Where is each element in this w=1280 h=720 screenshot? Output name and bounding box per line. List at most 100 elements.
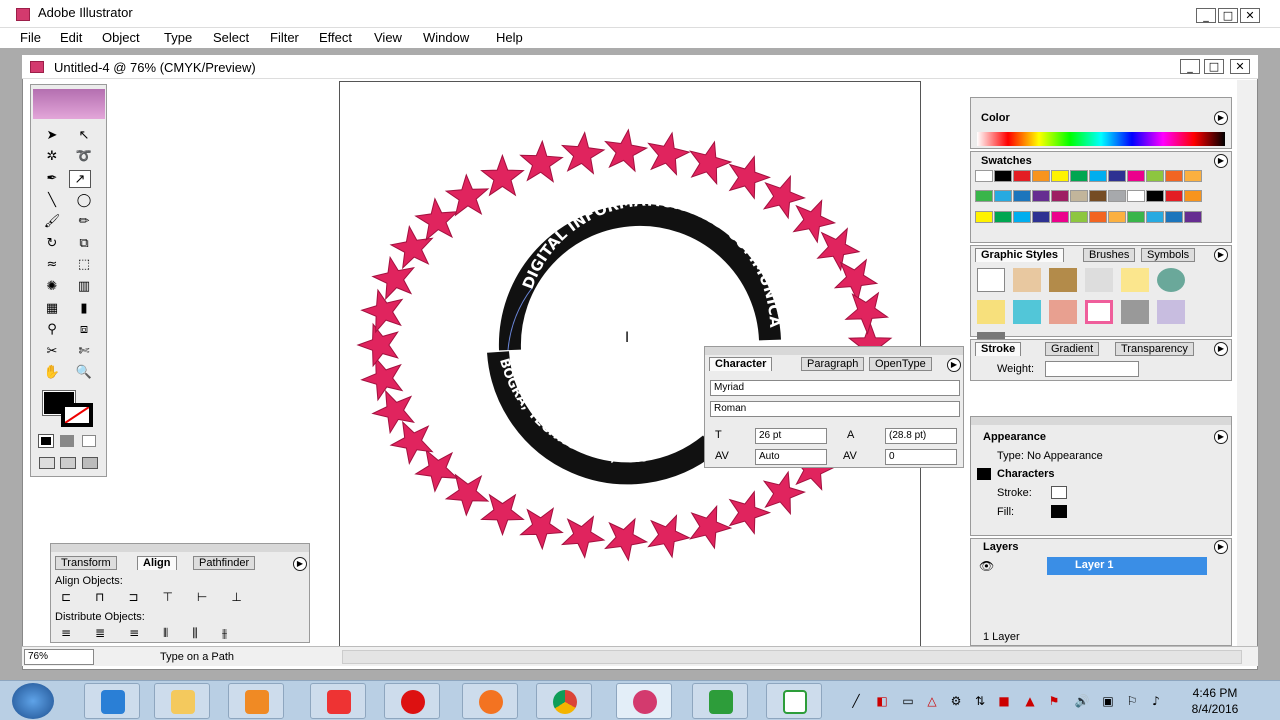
graph-tool-icon[interactable]: ▥ [73, 278, 95, 296]
status-tool-label[interactable]: Type on a Path [160, 651, 234, 663]
pencil-tool-icon[interactable]: ✏ [73, 213, 95, 231]
font-family-select[interactable]: Myriad [710, 380, 960, 396]
tray-pen-icon[interactable]: ╱ [848, 693, 864, 709]
tab-align[interactable]: Align [137, 556, 177, 570]
gradient-tool-icon[interactable]: ▮ [73, 300, 95, 318]
tab-transform[interactable]: Transform [55, 556, 117, 570]
panel-grip[interactable] [705, 347, 963, 355]
swatch[interactable] [1051, 210, 1069, 223]
vertical-scrollbar[interactable] [1237, 80, 1257, 646]
swatch[interactable] [1127, 190, 1145, 203]
line-tool-icon[interactable]: ╲ [41, 192, 63, 210]
tab-brushes[interactable]: Brushes [1083, 248, 1136, 262]
menu-view[interactable]: View [374, 30, 402, 45]
tray-antivirus-icon[interactable]: ▲ [1022, 693, 1038, 709]
maximize-button[interactable]: □ [1218, 8, 1238, 23]
taskbar-camtasia-2[interactable] [766, 683, 822, 719]
font-size-field[interactable]: 26 pt [755, 428, 827, 444]
horizontal-scrollbar[interactable] [342, 650, 1242, 664]
taskbar-app-red[interactable] [310, 683, 366, 719]
swatch[interactable] [1089, 190, 1107, 203]
tab-opentype[interactable]: OpenType [869, 357, 932, 371]
doc-minimize-button[interactable]: _ [1180, 59, 1200, 74]
tab-transparency[interactable]: Transparency [1115, 342, 1194, 356]
tab-character[interactable]: Character [709, 357, 773, 371]
color-spectrum-bar[interactable] [977, 132, 1225, 146]
panel-grip[interactable] [971, 417, 1231, 425]
stroke-color-swatch[interactable] [61, 403, 93, 427]
swatch[interactable] [1089, 210, 1107, 223]
tab-pathfinder[interactable]: Pathfinder [193, 556, 256, 570]
swatch[interactable] [975, 170, 993, 182]
tray-alert-icon[interactable]: ⚑ [1046, 693, 1062, 709]
taskbar-illustrator[interactable] [616, 683, 672, 719]
swatch[interactable] [1146, 170, 1164, 182]
tray-network-icon[interactable]: ⇅ [972, 693, 988, 709]
minimize-button[interactable]: _ [1196, 8, 1216, 23]
screen-mode-buttons[interactable] [39, 457, 99, 471]
swatch[interactable] [1070, 190, 1088, 203]
panel-grip[interactable] [51, 544, 309, 552]
swatch[interactable] [1127, 210, 1145, 223]
appearance-characters[interactable]: Characters [997, 468, 1054, 480]
tray-screen-icon[interactable]: ▣ [1100, 693, 1116, 709]
tab-graphic-styles[interactable]: Graphic Styles [975, 248, 1065, 262]
tray-window-icon[interactable]: ▭ [900, 693, 916, 709]
fill-black-icon[interactable] [1051, 505, 1067, 518]
panel-menu-icon[interactable]: ▶ [1214, 111, 1228, 125]
slice-tool-icon[interactable]: ✂ [41, 343, 63, 361]
menu-type[interactable]: Type [164, 30, 192, 45]
swatch[interactable] [1051, 190, 1069, 203]
tray-flag-icon[interactable]: ⚐ [1124, 693, 1140, 709]
eyedropper-tool-icon[interactable]: ⚲ [41, 321, 63, 339]
menu-file[interactable]: File [20, 30, 41, 45]
swatch[interactable] [975, 190, 993, 203]
close-button[interactable]: ✕ [1240, 8, 1260, 23]
panel-menu-icon[interactable]: ▶ [1214, 540, 1228, 554]
menu-help[interactable]: Help [496, 30, 523, 45]
ellipse-tool-icon[interactable]: ◯ [73, 192, 95, 210]
panel-menu-icon[interactable]: ▶ [1214, 154, 1228, 168]
swatch[interactable] [975, 210, 993, 223]
taskbar-explorer[interactable] [154, 683, 210, 719]
align-buttons[interactable]: ⊏⊓⊐⊤⊢⊥ [61, 590, 301, 606]
distribute-buttons[interactable]: ≡≣≡⫴⫼⫵ [61, 626, 301, 642]
magic-wand-tool-icon[interactable]: ✲ [41, 148, 63, 166]
menu-window[interactable]: Window [423, 30, 469, 45]
swatch[interactable] [1051, 170, 1069, 182]
tab-symbols[interactable]: Symbols [1141, 248, 1196, 262]
start-button[interactable] [12, 683, 54, 719]
leading-field[interactable]: (28.8 pt) [885, 428, 957, 444]
panel-menu-icon[interactable]: ▶ [1214, 248, 1228, 262]
scissors-tool-icon[interactable]: ✄ [73, 343, 95, 361]
type-on-path-tool-icon[interactable]: ↗ [69, 170, 91, 188]
tab-stroke[interactable]: Stroke [975, 342, 1022, 356]
symbol-sprayer-tool-icon[interactable]: ✺ [41, 278, 63, 296]
tray-acrobat-icon[interactable]: ◧ [874, 693, 890, 709]
tray-speaker-icon[interactable]: 🔊 [1074, 693, 1090, 709]
swatch[interactable] [1184, 190, 1202, 203]
font-style-select[interactable]: Roman [710, 401, 960, 417]
taskbar-camtasia[interactable] [692, 683, 748, 719]
clock[interactable]: 4:46 PM 8/4/2016 [1180, 685, 1250, 717]
graphic-style-grid[interactable] [977, 268, 1213, 356]
swatch[interactable] [994, 190, 1012, 203]
swatch-grid[interactable] [975, 170, 1211, 230]
swatch[interactable] [1165, 190, 1183, 203]
swatch[interactable] [994, 170, 1012, 182]
doc-close-button[interactable]: ✕ [1230, 59, 1250, 74]
menu-select[interactable]: Select [213, 30, 249, 45]
stroke-none-icon[interactable] [1051, 486, 1067, 499]
swatch[interactable] [1032, 190, 1050, 203]
swatch[interactable] [1013, 190, 1031, 203]
swatch[interactable] [1108, 170, 1126, 182]
zoom-select[interactable]: 76% [24, 649, 94, 665]
swatch[interactable] [1165, 170, 1183, 182]
swatch[interactable] [1013, 210, 1031, 223]
layer-row-selected[interactable]: Layer 1 [1047, 557, 1207, 575]
lasso-tool-icon[interactable]: ➰ [73, 148, 95, 166]
swatch[interactable] [1108, 210, 1126, 223]
scale-tool-icon[interactable]: ⧉ [73, 235, 95, 253]
free-transform-tool-icon[interactable]: ⬚ [73, 256, 95, 274]
tab-paragraph[interactable]: Paragraph [801, 357, 865, 371]
